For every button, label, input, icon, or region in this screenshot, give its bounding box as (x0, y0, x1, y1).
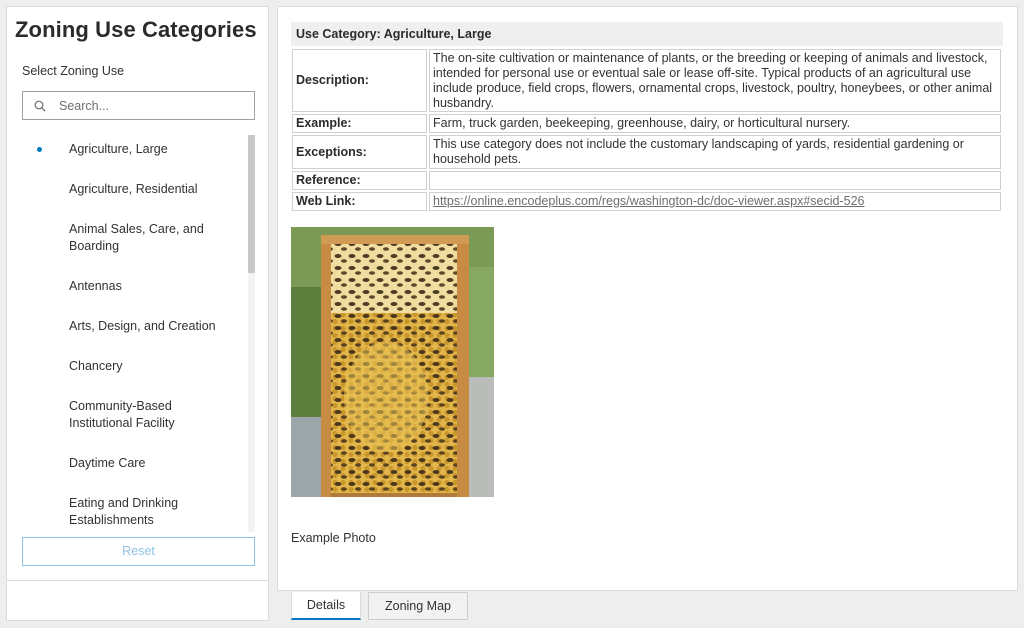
exceptions-value: This use category does not include the c… (429, 135, 1001, 169)
list-item-label: Animal Sales, Care, and Boarding (69, 222, 204, 253)
list-item-animal-sales[interactable]: Animal Sales, Care, and Boarding (7, 221, 217, 255)
list-item-agriculture-residential[interactable]: Agriculture, Residential (7, 181, 255, 198)
zoning-use-list: Agriculture, Large Agriculture, Resident… (7, 129, 255, 529)
search-box[interactable] (22, 91, 255, 120)
list-item-chancery[interactable]: Chancery (7, 358, 255, 375)
web-link-label: Web Link: (292, 192, 427, 211)
details-table: Description: The on-site cultivation or … (290, 47, 1003, 213)
reset-button[interactable]: Reset (22, 537, 255, 566)
table-row: Description: The on-site cultivation or … (292, 49, 1001, 112)
list-item-arts-design[interactable]: Arts, Design, and Creation (7, 318, 255, 335)
description-value: The on-site cultivation or maintenance o… (429, 49, 1001, 112)
list-item-label: Agriculture, Large (69, 142, 168, 156)
reference-value (429, 171, 1001, 190)
list-item-label: Daytime Care (69, 456, 146, 470)
exceptions-label: Exceptions: (292, 135, 427, 169)
list-item-label: Chancery (69, 359, 123, 373)
photo-caption: Example Photo (291, 531, 376, 545)
table-row: Example: Farm, truck garden, beekeeping,… (292, 114, 1001, 133)
list-item-community-based[interactable]: Community-Based Institutional Facility (7, 398, 197, 432)
list-item-label: Antennas (69, 279, 122, 293)
left-panel: Zoning Use Categories Select Zoning Use … (6, 6, 269, 621)
tab-details[interactable]: Details (291, 592, 361, 620)
web-link[interactable]: https://online.encodeplus.com/regs/washi… (433, 194, 865, 208)
web-link-cell: https://online.encodeplus.com/regs/washi… (429, 192, 1001, 211)
list-item-label: Eating and Drinking Establishments (69, 496, 179, 527)
select-zoning-use-label: Select Zoning Use (22, 64, 125, 78)
search-input[interactable] (59, 98, 239, 113)
use-category-header: Use Category: Agriculture, Large (291, 22, 1003, 46)
list-item-label: Arts, Design, and Creation (69, 319, 216, 333)
table-row: Exceptions: This use category does not i… (292, 135, 1001, 169)
list-item-eating-drinking[interactable]: Eating and Drinking Establishments (7, 495, 197, 529)
description-label: Description: (292, 49, 427, 112)
example-label: Example: (292, 114, 427, 133)
list-item-label: Community-Based Institutional Facility (69, 399, 175, 430)
selected-bullet-icon (37, 147, 42, 152)
details-panel: Use Category: Agriculture, Large Descrip… (277, 6, 1018, 591)
example-value: Farm, truck garden, beekeeping, greenhou… (429, 114, 1001, 133)
table-row: Web Link: https://online.encodeplus.com/… (292, 192, 1001, 211)
list-item-label: Agriculture, Residential (69, 182, 198, 196)
tab-zoning-map[interactable]: Zoning Map (368, 592, 468, 620)
reference-label: Reference: (292, 171, 427, 190)
divider (7, 580, 268, 581)
scrollbar-thumb[interactable] (248, 135, 255, 273)
search-icon (33, 99, 47, 113)
example-photo (291, 227, 494, 497)
table-row: Reference: (292, 171, 1001, 190)
panel-title: Zoning Use Categories (15, 17, 257, 42)
list-item-daytime-care[interactable]: Daytime Care (7, 455, 255, 472)
list-scrollbar[interactable] (248, 135, 255, 532)
list-item-antennas[interactable]: Antennas (7, 278, 255, 295)
list-item-agriculture-large[interactable]: Agriculture, Large (7, 141, 255, 158)
